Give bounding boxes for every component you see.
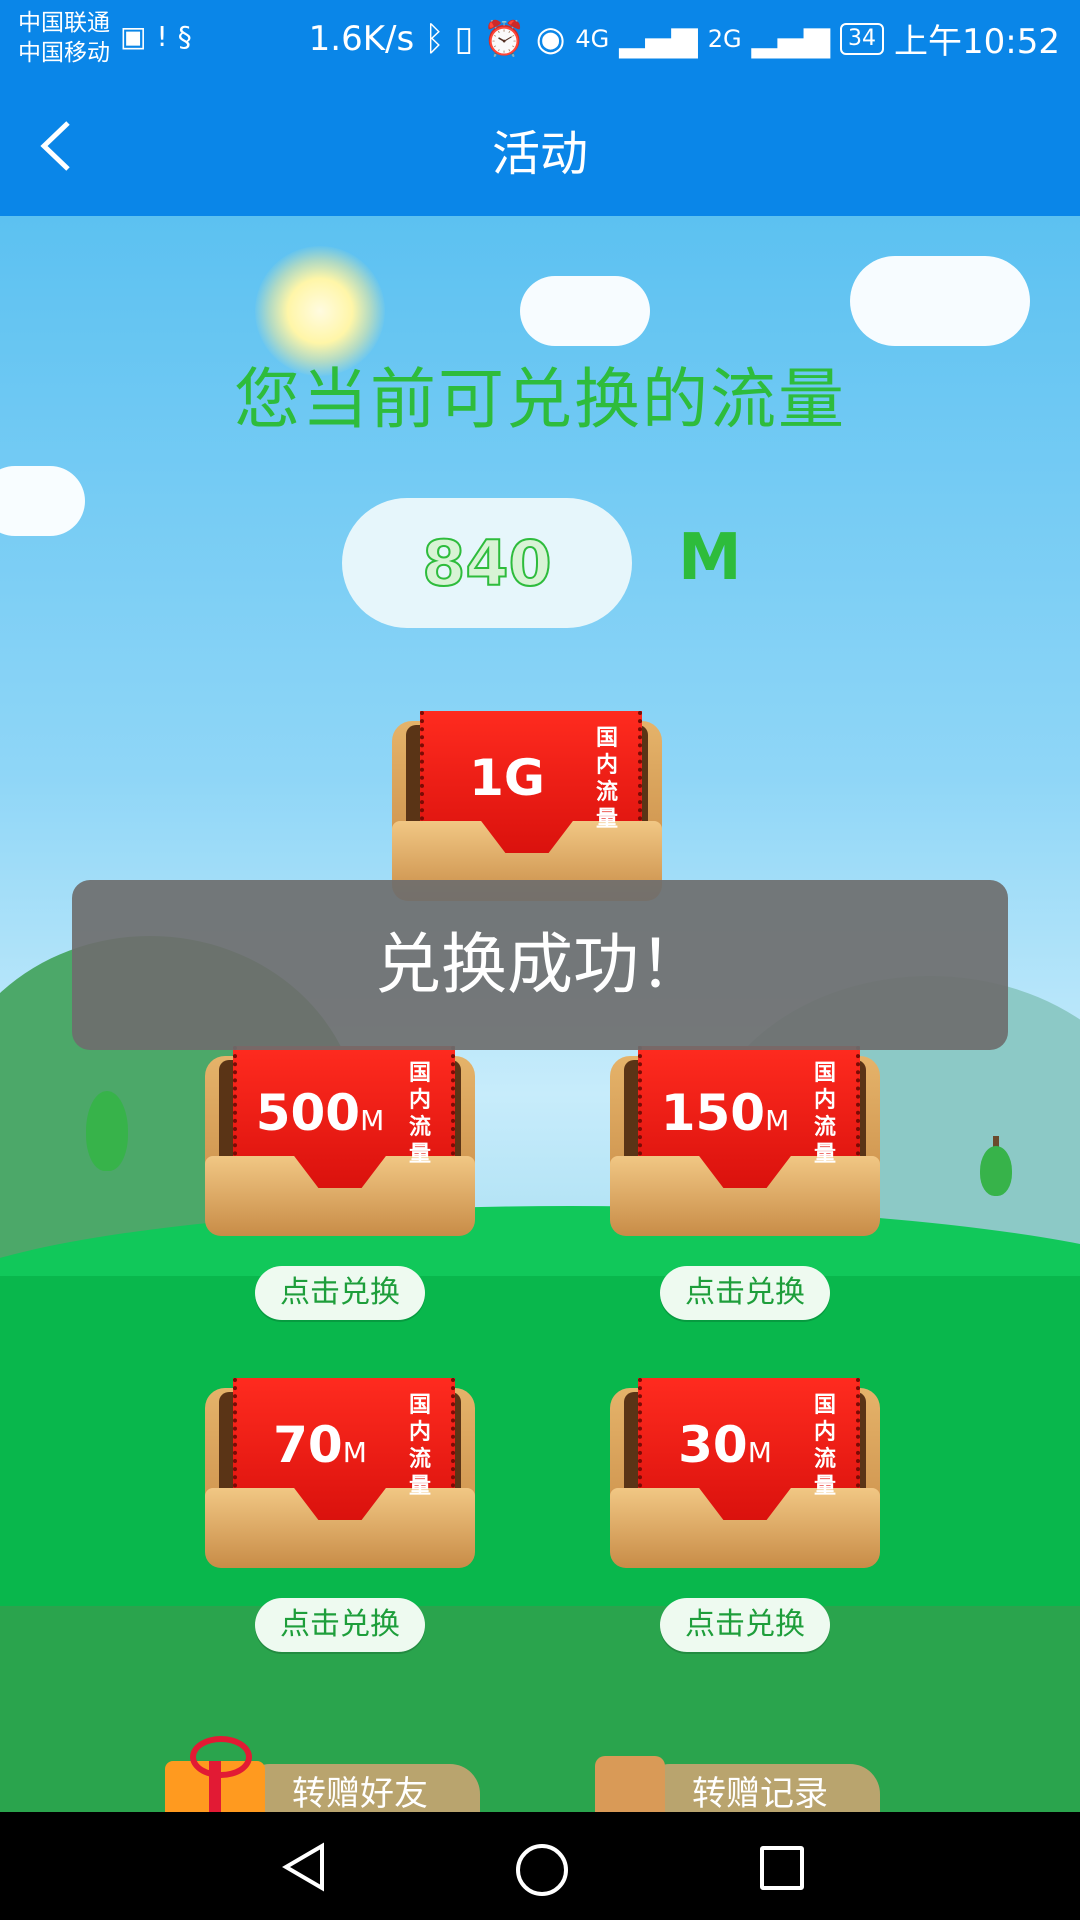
exchange-button-70m[interactable]: 点击兑换 — [255, 1598, 425, 1652]
headline: 您当前可兑换的流量 — [234, 361, 846, 438]
app-notification-icon: ▣ — [120, 20, 157, 53]
alert-icon: ! — [156, 20, 178, 53]
package-70m[interactable]: 70M 国内流量 — [205, 1378, 475, 1568]
exchange-button-30m[interactable]: 点击兑换 — [660, 1598, 830, 1652]
exchange-button-150m[interactable]: 点击兑换 — [660, 1266, 830, 1320]
package-amount: 500M — [255, 1084, 385, 1142]
cloud-decoration — [520, 276, 650, 346]
app-icon: § — [177, 20, 202, 53]
vibrate-icon: ▯ — [454, 18, 474, 59]
cloud-decoration — [0, 466, 85, 536]
carrier-info: 中国联通 中国移动 — [18, 8, 110, 68]
package-tag: 国内流量 — [813, 1393, 836, 1499]
status-bar: 中国联通 中国移动 ▣!§ 1.6K/s ᛒ ▯ ⏰ ◉ 4G ▂▄▆ 2G ▂… — [0, 0, 1080, 76]
package-amount: 150M — [660, 1084, 790, 1142]
activity-scene: 您当前可兑换的流量 840 M 1G 国内流量 500M 国内流量 点击兑换 1… — [0, 216, 1080, 1812]
signal-icon-2: ▂▄▆ — [751, 18, 831, 59]
package-tag: 国内流量 — [408, 1393, 431, 1499]
alarm-icon: ⏰ — [483, 18, 526, 59]
carrier-2: 中国移动 — [18, 40, 110, 66]
tree-decoration — [86, 1091, 128, 1171]
page-title: 活动 — [491, 126, 588, 182]
app-bar: 活动 — [0, 76, 1080, 216]
network-4g: 4G — [575, 24, 610, 53]
package-1g[interactable]: 1G 国内流量 — [392, 711, 662, 901]
package-500m[interactable]: 500M 国内流量 — [205, 1046, 475, 1236]
system-nav-bar — [0, 1812, 1080, 1920]
grass-decoration — [0, 1606, 1080, 1812]
cloud-decoration — [850, 256, 1030, 346]
nav-recent-icon[interactable] — [760, 1846, 804, 1890]
carrier-1: 中国联通 — [18, 10, 110, 36]
gift-bow-icon — [190, 1736, 252, 1778]
exchange-button-500m[interactable]: 点击兑换 — [255, 1266, 425, 1320]
nav-back-icon[interactable] — [280, 1842, 330, 1892]
package-amount: 70M — [273, 1416, 367, 1474]
package-tag: 国内流量 — [408, 1061, 431, 1167]
balance-unit: M — [678, 521, 742, 595]
package-tag: 国内流量 — [813, 1061, 836, 1167]
toast-message: 兑换成功！ — [72, 880, 1008, 1050]
package-150m[interactable]: 150M 国内流量 — [610, 1046, 880, 1236]
signal-icon: ▂▄▆ — [619, 18, 698, 59]
battery-icon: 34 — [840, 22, 885, 55]
status-right: 1.6K/s ᛒ ▯ ⏰ ◉ 4G ▂▄▆ 2G ▂▄▆ 34 上午10:52 — [309, 14, 1060, 63]
eye-icon: ◉ — [535, 18, 566, 59]
tree-decoration — [980, 1146, 1012, 1196]
balance-value: 840 — [421, 526, 552, 601]
gift-record-button[interactable]: 转赠记录 — [640, 1764, 880, 1812]
package-tag: 国内流量 — [595, 726, 618, 832]
network-speed: 1.6K/s — [308, 18, 415, 59]
notification-icons: ▣!§ — [120, 20, 202, 53]
record-book-icon — [595, 1756, 665, 1812]
gift-friend-button[interactable]: 转赠好友 — [240, 1764, 480, 1812]
network-2g: 2G — [707, 24, 742, 53]
bluetooth-icon: ᛒ — [424, 18, 445, 59]
package-30m[interactable]: 30M 国内流量 — [610, 1378, 880, 1568]
package-amount: 30M — [678, 1416, 772, 1474]
nav-home-icon[interactable] — [516, 1844, 568, 1896]
package-amount: 1G — [469, 749, 545, 807]
clock: 上午10:52 — [894, 22, 1060, 62]
balance-display: 840 — [342, 498, 632, 628]
